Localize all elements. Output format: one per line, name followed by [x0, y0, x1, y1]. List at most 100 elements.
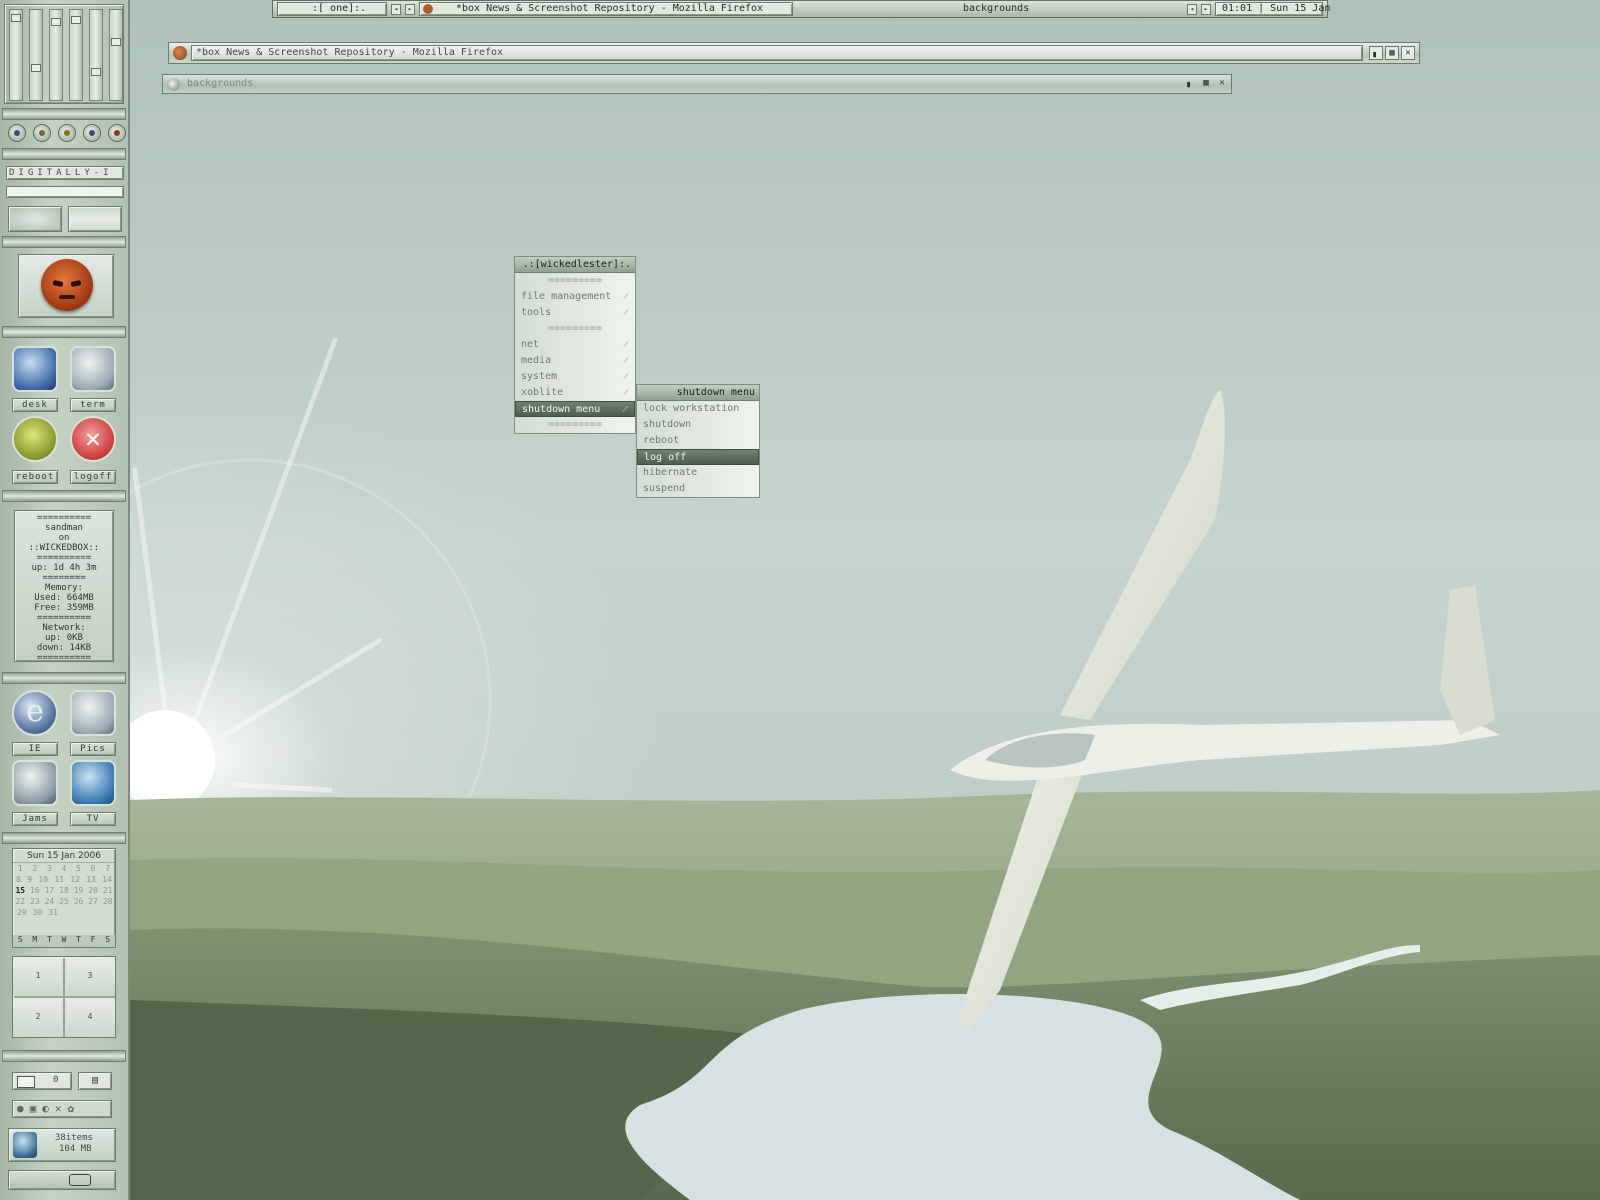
mixer-slider[interactable] — [29, 9, 43, 101]
shortcut-label-tv[interactable]: TV — [70, 812, 116, 826]
tray-tools-icon[interactable]: ✕ — [55, 1102, 68, 1115]
calendar-day[interactable]: 18 — [59, 885, 69, 896]
maximize-button[interactable]: ▦ — [1385, 46, 1399, 60]
window-next-button[interactable]: ▸ — [1201, 4, 1211, 15]
calendar-day[interactable]: 25 — [59, 896, 69, 907]
menu-item-shutdown[interactable]: shutdown — [637, 417, 759, 433]
play-icon[interactable] — [33, 124, 51, 142]
next-track-icon[interactable] — [83, 124, 101, 142]
recycle-bin[interactable]: 38items 104 MB — [8, 1128, 116, 1162]
logoff-icon[interactable]: ✕ — [70, 416, 116, 462]
stop-icon[interactable] — [108, 124, 126, 142]
tray-settings-icon[interactable]: ✿ — [68, 1102, 81, 1115]
pager-workspace[interactable]: 4 — [65, 998, 115, 1037]
tray-network-icon[interactable]: ◐ — [42, 1102, 55, 1115]
calendar-day[interactable]: 14 — [102, 874, 112, 885]
menu-item-media[interactable]: media ⟋ — [515, 353, 635, 369]
calendar-day[interactable]: 26 — [74, 896, 84, 907]
shortcut-label-jams[interactable]: Jams — [12, 812, 58, 826]
mail-checker[interactable]: 0 — [12, 1072, 72, 1090]
calendar-day[interactable]: 30 — [33, 907, 43, 918]
calendar-day[interactable]: 10 — [38, 874, 48, 885]
calendar-day[interactable]: 6 — [91, 863, 96, 874]
calendar-day[interactable]: 2 — [32, 863, 37, 874]
shortcut-label-desk[interactable]: desk — [12, 398, 58, 412]
calendar-day[interactable]: 28 — [103, 896, 113, 907]
menu-item-system[interactable]: system ⟋ — [515, 369, 635, 385]
calendar-day[interactable]: 11 — [54, 874, 64, 885]
pics-icon[interactable] — [70, 690, 116, 736]
prev-track-icon[interactable] — [8, 124, 26, 142]
calendar-day[interactable]: 4 — [62, 863, 67, 874]
maximize-button[interactable]: ▦ — [1199, 77, 1213, 91]
workspace-label-box[interactable]: :[ one]:. — [277, 2, 387, 16]
minimize-button[interactable]: ▖ — [1369, 46, 1383, 60]
tray-user-icon[interactable]: ● — [17, 1102, 30, 1115]
shortcut-label-logoff[interactable]: logoff — [70, 470, 116, 484]
calendar-day[interactable]: 13 — [86, 874, 96, 885]
minimize-button[interactable]: ▖ — [1183, 77, 1197, 91]
reboot-icon[interactable] — [12, 416, 58, 462]
mixer-slider[interactable] — [69, 9, 83, 101]
shortcut-label-term[interactable]: term — [70, 398, 116, 412]
calendar-day[interactable]: 1 — [18, 863, 23, 874]
calendar-day[interactable]: 17 — [45, 885, 55, 896]
calendar-day[interactable]: 23 — [30, 896, 40, 907]
menu-item-hibernate[interactable]: hibernate — [637, 465, 759, 481]
calendar-day[interactable]: 21 — [103, 885, 113, 896]
workspace-next-button[interactable]: ▸ — [405, 4, 415, 15]
close-button[interactable]: ✕ — [1215, 77, 1229, 91]
calendar-day[interactable]: 22 — [15, 896, 25, 907]
menu-item-shutdown-menu[interactable]: shutdown menu ⟋ — [515, 401, 635, 417]
tv-icon[interactable] — [70, 760, 116, 806]
menu-item-xoblite[interactable]: xoblite ⟋ — [515, 385, 635, 401]
mixer-slider[interactable] — [109, 9, 123, 101]
firefox-window-titlebar[interactable]: *box News & Screenshot Repository - Mozi… — [168, 42, 1420, 64]
menu-item-log-off[interactable]: log off — [637, 449, 759, 465]
pager-workspace[interactable]: 3 — [65, 957, 115, 996]
shortcut-label-reboot[interactable]: reboot — [12, 470, 58, 484]
mixer-slider[interactable] — [89, 9, 103, 101]
shortcut-label-ie[interactable]: IE — [12, 742, 58, 756]
calendar-day[interactable]: 5 — [76, 863, 81, 874]
jams-icon[interactable] — [12, 760, 58, 806]
calendar-day[interactable]: 20 — [88, 885, 98, 896]
tray-clipboard-icon[interactable]: ▣ — [30, 1102, 43, 1115]
menu-item-tools[interactable]: tools ⟋ — [515, 305, 635, 321]
terminal-icon[interactable] — [70, 346, 116, 392]
task-button-firefox[interactable]: *box News & Screenshot Repository - Mozi… — [419, 2, 793, 16]
keyboard-icon[interactable]: ▤ — [78, 1072, 112, 1090]
seek-bar[interactable] — [6, 186, 124, 198]
calendar-day[interactable]: 9 — [27, 874, 32, 885]
pause-icon[interactable] — [58, 124, 76, 142]
window-prev-button[interactable]: ◂ — [1187, 4, 1197, 15]
mixer-slider[interactable] — [9, 9, 23, 101]
calendar-day[interactable]: 7 — [105, 863, 110, 874]
desktop-icon[interactable] — [12, 346, 58, 392]
menu-item-suspend[interactable]: suspend — [637, 481, 759, 497]
menu-item-file-management[interactable]: file management ⟋ — [515, 289, 635, 305]
pager-workspace[interactable]: 1 — [13, 957, 63, 996]
pager-workspace[interactable]: 2 — [13, 998, 63, 1037]
backgrounds-window-titlebar[interactable]: backgrounds ▖ ▦ ✕ — [162, 74, 1232, 94]
calendar-day[interactable]: 3 — [47, 863, 52, 874]
calendar-day[interactable]: 16 — [30, 885, 40, 896]
mixer-slider[interactable] — [49, 9, 63, 101]
calendar-day[interactable]: 19 — [74, 885, 84, 896]
calendar-day[interactable]: 27 — [88, 896, 98, 907]
menu-item-reboot[interactable]: reboot — [637, 433, 759, 449]
menu-item-lock-workstation[interactable]: lock workstation — [637, 401, 759, 417]
shortcut-label-pics[interactable]: Pics — [70, 742, 116, 756]
workspace-prev-button[interactable]: ◂ — [391, 4, 401, 15]
calendar-day[interactable]: 24 — [45, 896, 55, 907]
calendar-day-today[interactable]: 15 — [15, 885, 25, 896]
devil-avatar-icon[interactable] — [41, 259, 93, 311]
dock-handle[interactable] — [8, 1170, 116, 1190]
menu-item-net[interactable]: net ⟋ — [515, 337, 635, 353]
calendar-day[interactable]: 12 — [70, 874, 80, 885]
close-button[interactable]: ✕ — [1401, 46, 1415, 60]
calendar-day[interactable]: 31 — [48, 907, 58, 918]
calendar-day[interactable]: 29 — [17, 907, 27, 918]
calendar-day[interactable]: 8 — [16, 874, 21, 885]
ie-icon[interactable]: e — [12, 690, 58, 736]
